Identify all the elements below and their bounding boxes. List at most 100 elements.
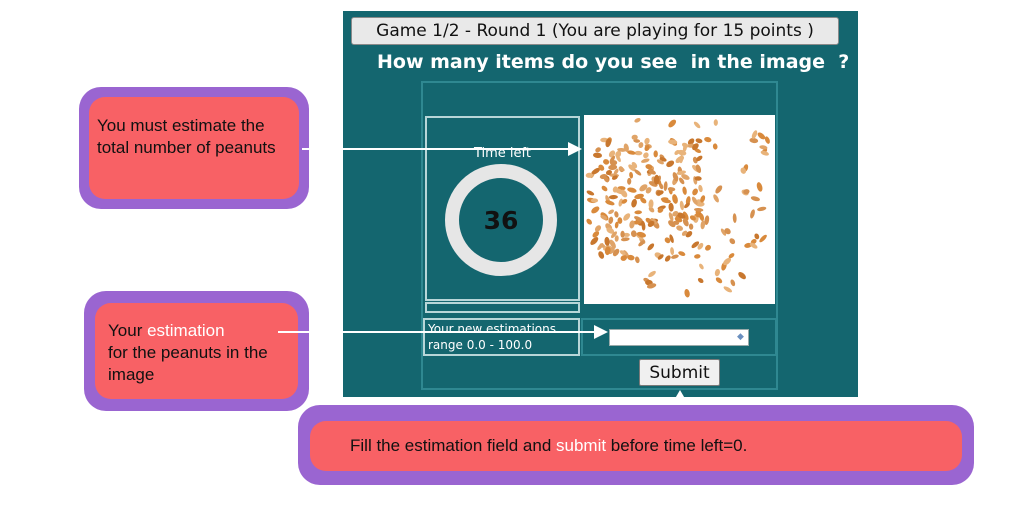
- peanut: [713, 194, 719, 203]
- peanut: [604, 236, 610, 246]
- submit-callout-body: Fill the estimation field and submit bef…: [310, 421, 962, 471]
- peanut: [591, 206, 600, 214]
- peanut: [629, 171, 634, 179]
- peanut: [614, 211, 619, 218]
- peanut: [634, 210, 642, 215]
- peanut: [635, 256, 640, 264]
- peanut: [695, 138, 703, 144]
- peanut: [688, 223, 694, 230]
- peanut: [666, 160, 675, 168]
- submit-callout: Fill the estimation field and submit bef…: [298, 405, 974, 485]
- peanuts-callout-text: You must estimate the total number of pe…: [89, 97, 299, 199]
- peanut: [648, 270, 656, 278]
- peanut: [699, 263, 704, 270]
- peanut: [638, 142, 644, 149]
- peanut: [750, 196, 760, 202]
- peanut: [653, 150, 658, 158]
- peanut: [715, 185, 723, 194]
- peanut: [641, 158, 650, 163]
- peanut: [713, 119, 718, 126]
- peanuts-callout: You must estimate the total number of pe…: [79, 87, 309, 209]
- peanut: [623, 213, 631, 221]
- peanut: [663, 181, 668, 191]
- peanut: [705, 244, 711, 251]
- estimate-label: Your new estimations range 0.0 - 100.0: [423, 318, 580, 356]
- peanut: [750, 209, 755, 219]
- estimation-arrowhead: [594, 325, 608, 339]
- peanut: [712, 143, 718, 150]
- peanut: [694, 207, 704, 212]
- peanut-scatter: [585, 118, 770, 298]
- peanut-image: [584, 115, 775, 304]
- timer-value: 36: [483, 205, 519, 235]
- peanut: [608, 216, 614, 224]
- peanut: [672, 194, 678, 204]
- estimation-callout-prefix: Your: [108, 321, 148, 340]
- peanut: [704, 137, 712, 143]
- peanuts-arrow: [302, 148, 570, 150]
- timer-ring: 36: [445, 164, 557, 276]
- peanut: [759, 234, 767, 243]
- peanut: [757, 206, 767, 212]
- peanut: [586, 218, 592, 225]
- submit-callout-suffix: before time left=0.: [606, 436, 748, 455]
- peanut: [682, 186, 687, 195]
- peanut: [634, 118, 641, 123]
- estimate-label-line2: range 0.0 - 100.0: [428, 338, 533, 352]
- peanut: [732, 213, 737, 223]
- peanut: [676, 225, 683, 231]
- peanut: [723, 286, 733, 293]
- peanut: [595, 147, 601, 153]
- peanut: [648, 199, 654, 209]
- estimation-callout-highlight: estimation: [147, 321, 225, 340]
- peanut: [675, 155, 685, 163]
- peanut: [664, 255, 671, 262]
- peanut: [603, 159, 610, 165]
- peanut: [598, 251, 605, 259]
- peanut: [693, 121, 701, 129]
- estimation-callout: Your estimation for the peanuts in the i…: [84, 291, 309, 411]
- game-panel: Game 1/2 - Round 1 (You are playing for …: [343, 11, 858, 397]
- timer-cell-footer: [425, 302, 580, 313]
- peanut: [692, 188, 698, 196]
- peanut: [627, 177, 632, 185]
- peanut: [593, 152, 602, 159]
- peanut: [684, 288, 690, 298]
- estimation-callout-body: Your estimation for the peanuts in the i…: [95, 303, 298, 399]
- spin-arrows-icon[interactable]: ◆: [735, 332, 746, 343]
- submit-arrowhead: [673, 390, 687, 402]
- peanut: [631, 198, 637, 208]
- peanut: [627, 187, 637, 193]
- peanut: [697, 278, 704, 283]
- peanut: [738, 272, 746, 280]
- submit-callout-prefix: Fill the estimation field and: [350, 436, 556, 455]
- peanut: [715, 277, 723, 284]
- estimate-input[interactable]: [609, 329, 749, 346]
- peanut: [679, 200, 684, 211]
- peanut: [730, 279, 736, 287]
- peanut: [668, 119, 677, 128]
- peanut: [608, 209, 614, 215]
- peanut: [668, 202, 674, 212]
- submit-button[interactable]: Submit: [639, 359, 720, 386]
- peanut: [754, 233, 760, 240]
- question-text: How many items do you see in the image ?: [377, 51, 850, 73]
- peanut: [670, 247, 675, 256]
- round-header: Game 1/2 - Round 1 (You are playing for …: [351, 17, 839, 45]
- peanut: [630, 230, 637, 238]
- estimation-arrow: [278, 331, 596, 333]
- peanut: [694, 254, 701, 259]
- peanuts-arrowhead: [568, 142, 582, 156]
- peanut: [608, 194, 618, 200]
- peanut: [682, 218, 689, 227]
- peanut: [647, 243, 655, 251]
- estimation-callout-rest: for the peanuts in the image: [108, 343, 268, 384]
- peanut: [586, 190, 595, 196]
- submit-callout-highlight: submit: [556, 436, 607, 455]
- peanut: [714, 268, 720, 277]
- peanut: [678, 251, 686, 256]
- peanut: [601, 185, 608, 192]
- peanut: [644, 137, 650, 145]
- peanut: [729, 238, 736, 245]
- estimate-label-line1: Your new estimations: [428, 322, 557, 336]
